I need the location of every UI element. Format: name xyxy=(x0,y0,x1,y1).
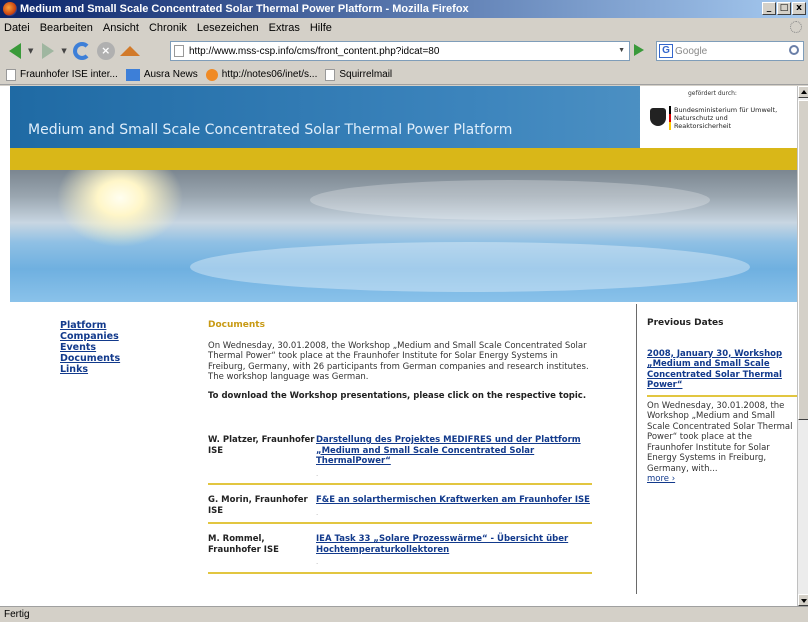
stop-button[interactable]: × xyxy=(95,40,117,62)
window-titlebar: Medium and Small Scale Concentrated Sola… xyxy=(0,0,808,18)
page-icon xyxy=(6,68,16,81)
minimize-button[interactable]: _ xyxy=(762,2,776,15)
bookmark-label: Fraunhofer ISE inter... xyxy=(20,69,118,80)
menu-bar: Datei Bearbeiten Ansicht Chronik Lesezei… xyxy=(0,18,808,37)
forward-arrow-icon xyxy=(42,43,55,59)
navigation-toolbar: ▼ ▼ × http://www.mss-csp.info/cms/front_… xyxy=(0,37,808,65)
url-text: http://www.mss-csp.info/cms/front_conten… xyxy=(189,45,440,57)
nav-companies[interactable]: Companies xyxy=(60,331,120,342)
more-link[interactable]: more › xyxy=(647,474,675,484)
status-text: Fertig xyxy=(4,609,30,620)
home-icon xyxy=(119,46,140,56)
nav-platform[interactable]: Platform xyxy=(60,320,120,331)
presentation-row: W. Platzer, Fraunhofer ISE Darstellung d… xyxy=(208,425,592,485)
throbber-icon xyxy=(790,21,802,33)
page-icon xyxy=(174,45,184,57)
page-heading: Documents xyxy=(208,320,265,330)
page-icon xyxy=(325,68,336,81)
bookmark-label: Ausra News xyxy=(143,69,198,80)
menu-ansicht[interactable]: Ansicht xyxy=(103,22,139,34)
forward-history-dropdown[interactable]: ▼ xyxy=(61,47,66,55)
url-history-dropdown[interactable]: ▼ xyxy=(618,47,625,54)
presentation-cell: Darstellung des Projektes MEDIFRES und d… xyxy=(316,435,592,479)
hero-sky-image xyxy=(10,170,797,302)
bookmark-squirrelmail[interactable]: Squirrelmail xyxy=(325,68,393,81)
search-placeholder: Google xyxy=(675,45,708,57)
cloud-shape xyxy=(310,180,710,220)
presentation-link[interactable]: IEA Task 33 „Solare Prozesswärme“ - Über… xyxy=(316,534,568,555)
reload-icon xyxy=(72,42,91,60)
scroll-thumb[interactable] xyxy=(798,100,808,420)
separator-dot: . xyxy=(316,508,319,517)
status-bar: Fertig xyxy=(0,606,808,622)
close-button[interactable]: x xyxy=(792,2,806,15)
presentation-link[interactable]: Darstellung des Projektes MEDIFRES und d… xyxy=(316,435,581,466)
presentation-cell: IEA Task 33 „Solare Prozesswärme“ - Über… xyxy=(316,534,592,568)
speaker-name: G. Morin, Fraunhofer ISE xyxy=(208,495,308,516)
menu-lesezeichen[interactable]: Lesezeichen xyxy=(197,22,259,34)
download-instruction: To download the Workshop presentations, … xyxy=(208,390,587,401)
window-title: Medium and Small Scale Concentrated Sola… xyxy=(20,3,469,15)
forward-button[interactable] xyxy=(37,40,59,62)
bookmark-label: Squirrelmail xyxy=(339,69,393,80)
search-box[interactable]: G Google xyxy=(656,41,804,61)
sponsor-logo: gefördert durch: Bundesministerium für U… xyxy=(640,86,797,148)
bookmark-fraunhofer[interactable]: Fraunhofer ISE inter... xyxy=(6,68,118,81)
presentation-row: M. Rommel, Fraunhofer ISE IEA Task 33 „S… xyxy=(208,524,592,574)
back-button[interactable] xyxy=(4,40,26,62)
main-content: Documents On Wednesday, 30.01.2008, the … xyxy=(208,320,592,574)
presentation-cell: F&E an solarthermischen Kraftwerken am F… xyxy=(316,495,592,518)
german-flag-icon xyxy=(669,106,671,130)
sponsor-label: gefördert durch: xyxy=(688,90,737,97)
cloud-shape xyxy=(190,242,750,292)
feed-icon xyxy=(205,68,218,81)
nav-links[interactable]: Links xyxy=(60,364,120,375)
site-title: Medium and Small Scale Concentrated Sola… xyxy=(28,122,513,138)
live-bookmark-icon xyxy=(125,68,140,81)
url-bar[interactable]: http://www.mss-csp.info/cms/front_conten… xyxy=(170,41,630,61)
header-band xyxy=(10,148,797,170)
bookmark-ausra-news[interactable]: Ausra News xyxy=(125,68,198,81)
presentation-row: G. Morin, Fraunhofer ISE F&E an solarthe… xyxy=(208,485,592,524)
speaker-name: W. Platzer, Fraunhofer ISE xyxy=(208,435,315,456)
previous-event-teaser: On Wednesday, 30.01.2008, the Workshop „… xyxy=(647,400,793,474)
speaker-name: M. Rommel, Fraunhofer ISE xyxy=(208,534,279,555)
vertical-scrollbar[interactable] xyxy=(797,86,808,606)
bookmark-label: http://notes06/inet/s... xyxy=(221,69,318,80)
menu-hilfe[interactable]: Hilfe xyxy=(310,22,332,34)
previous-dates-sidebar: Previous Dates 2008, January 30, Worksho… xyxy=(636,304,797,594)
nav-documents[interactable]: Documents xyxy=(60,353,120,364)
menu-datei[interactable]: Datei xyxy=(4,22,30,34)
left-navigation: Platform Companies Events Documents Link… xyxy=(60,320,120,375)
menu-bearbeiten[interactable]: Bearbeiten xyxy=(40,22,93,34)
search-icon[interactable] xyxy=(789,45,799,55)
menu-extras[interactable]: Extras xyxy=(269,22,300,34)
previous-event-link[interactable]: 2008, January 30, Workshop „Medium and S… xyxy=(647,349,797,397)
scroll-down-button[interactable] xyxy=(798,594,808,606)
go-button[interactable] xyxy=(634,44,644,56)
separator-dot: . xyxy=(316,558,319,566)
window-controls: _ □ x xyxy=(762,2,806,15)
maximize-button[interactable]: □ xyxy=(777,2,791,15)
presentation-link[interactable]: F&E an solarthermischen Kraftwerken am F… xyxy=(316,495,590,505)
scroll-up-button[interactable] xyxy=(798,86,808,98)
home-button[interactable] xyxy=(119,40,141,62)
federal-eagle-icon xyxy=(650,108,666,126)
sponsor-name: Bundesministerium für Umwelt, Naturschut… xyxy=(674,106,778,130)
nav-events[interactable]: Events xyxy=(60,342,120,353)
stop-icon: × xyxy=(96,42,115,60)
intro-text: On Wednesday, 30.01.2008, the Workshop „… xyxy=(208,340,589,383)
separator-dot: . xyxy=(316,469,319,478)
google-icon[interactable]: G xyxy=(659,44,673,58)
back-arrow-icon xyxy=(9,43,21,59)
menu-chronik[interactable]: Chronik xyxy=(149,22,187,34)
bookmarks-toolbar: Fraunhofer ISE inter... Ausra News http:… xyxy=(0,65,808,85)
bookmark-notes06[interactable]: http://notes06/inet/s... xyxy=(205,68,318,81)
page-viewport: Medium and Small Scale Concentrated Sola… xyxy=(0,86,797,606)
sidebar-heading: Previous Dates xyxy=(647,318,724,328)
site-header: Medium and Small Scale Concentrated Sola… xyxy=(10,86,797,148)
firefox-icon xyxy=(3,2,17,16)
reload-button[interactable] xyxy=(71,40,93,62)
back-history-dropdown[interactable]: ▼ xyxy=(28,47,33,55)
